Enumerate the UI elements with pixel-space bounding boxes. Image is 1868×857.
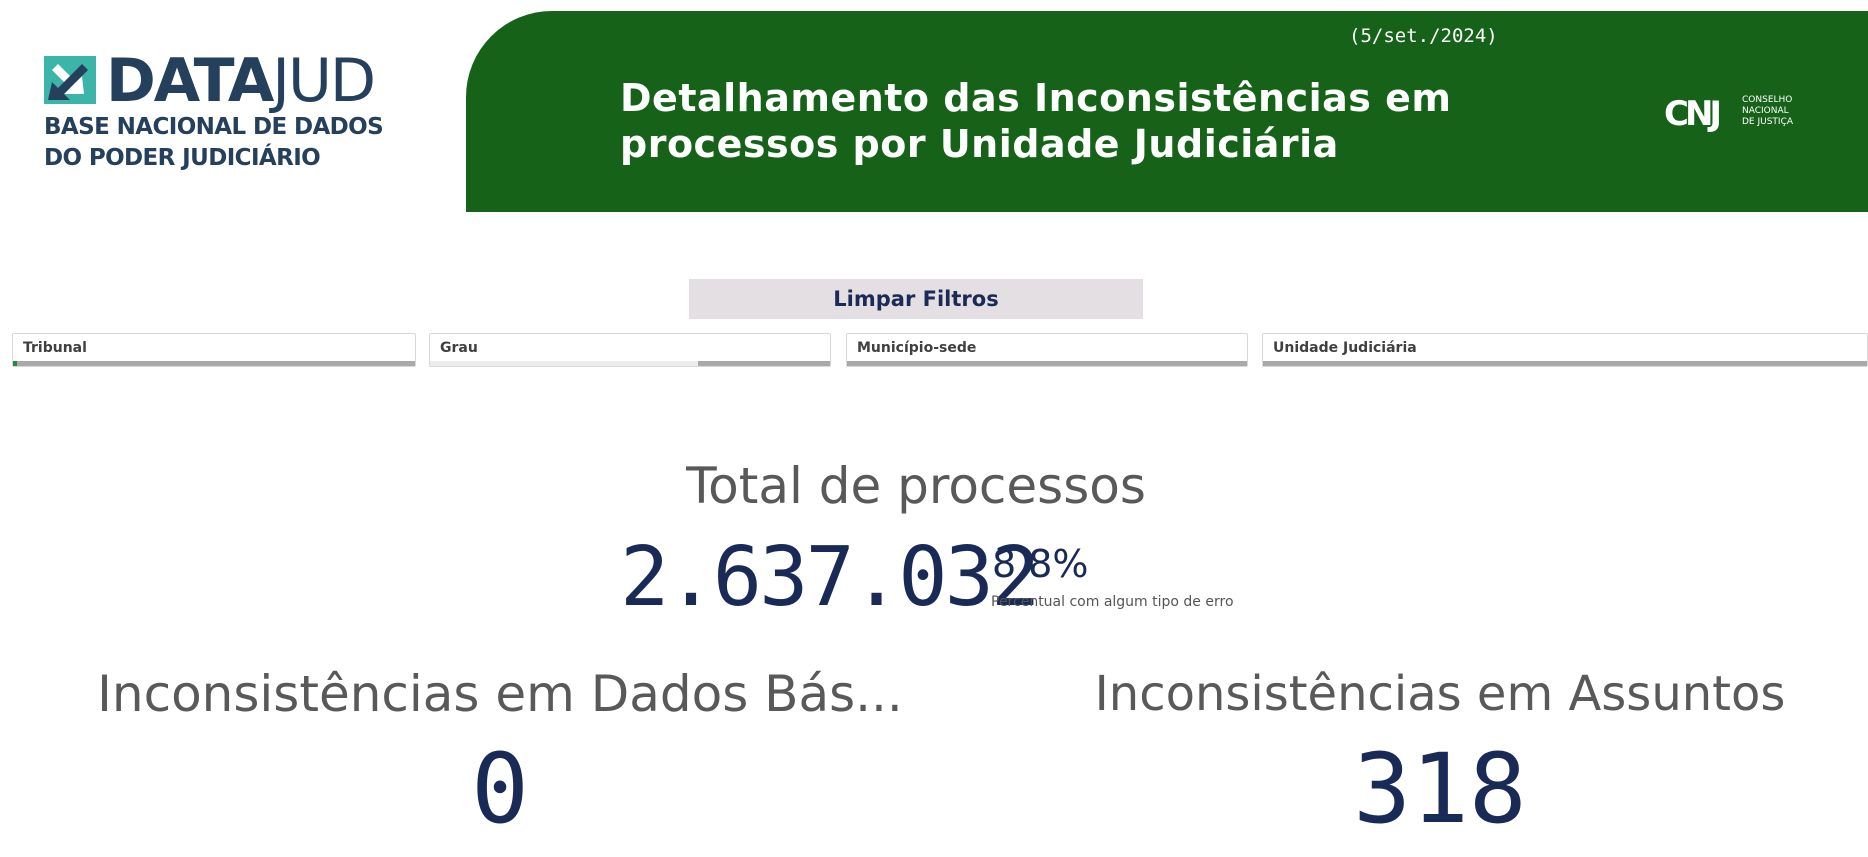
filter-grau[interactable]: Grau: [429, 333, 831, 367]
filter-progress-track: [847, 361, 1247, 366]
error-percentage-label: Percentual com algum tipo de erro: [991, 594, 1234, 610]
filter-label: Município-sede: [857, 340, 977, 356]
cnj-caption: CONSELHO NACIONAL DE JUSTIÇA: [1742, 95, 1794, 127]
filter-progress-fill: [430, 361, 698, 366]
assuntos-value: 318: [1353, 733, 1527, 845]
filter-label: Grau: [440, 340, 478, 356]
cnj-letters: CNJ: [1664, 94, 1722, 134]
filter-municipio-sede[interactable]: Município-sede: [846, 333, 1248, 367]
filter-progress-track: [1263, 361, 1867, 366]
page-title: Detalhamento das Inconsistências em proc…: [620, 76, 1452, 166]
update-date: (5/set./2024): [1349, 25, 1498, 47]
logo-wordmark: DATAJUD: [106, 46, 376, 116]
assuntos-title: Inconsistências em Assuntos: [1094, 666, 1786, 722]
dados-basicos-title: Inconsistências em Dados Bás...: [97, 665, 903, 723]
filter-progress-track: [430, 361, 830, 366]
datajud-arrow-icon: [44, 56, 96, 104]
filter-tribunal[interactable]: Tribunal: [12, 333, 416, 367]
datajud-logo: DATAJUD BASE NACIONAL DE DADOS DO PODER …: [44, 46, 404, 180]
filter-label: Unidade Judiciária: [1273, 340, 1417, 356]
filter-unidade-judiciaria[interactable]: Unidade Judiciária: [1262, 333, 1868, 367]
error-percentage-value: 8,8%: [992, 542, 1089, 586]
filter-progress-fill: [13, 361, 18, 366]
header-banner: (5/set./2024) Detalhamento das Inconsist…: [466, 11, 1868, 212]
filter-label: Tribunal: [23, 340, 87, 356]
filter-progress-track: [13, 361, 415, 366]
dados-basicos-value: 0: [471, 733, 529, 845]
logo-subtitle: BASE NACIONAL DE DADOS DO PODER JUDICIÁR…: [44, 114, 384, 171]
cnj-logo: CNJ CONSELHO NACIONAL DE JUSTIÇA: [1664, 95, 1814, 141]
total-processos-title: Total de processos: [686, 457, 1146, 515]
clear-filters-button[interactable]: Limpar Filtros: [689, 279, 1143, 319]
total-processos-value: 2.637.032: [620, 530, 1040, 625]
